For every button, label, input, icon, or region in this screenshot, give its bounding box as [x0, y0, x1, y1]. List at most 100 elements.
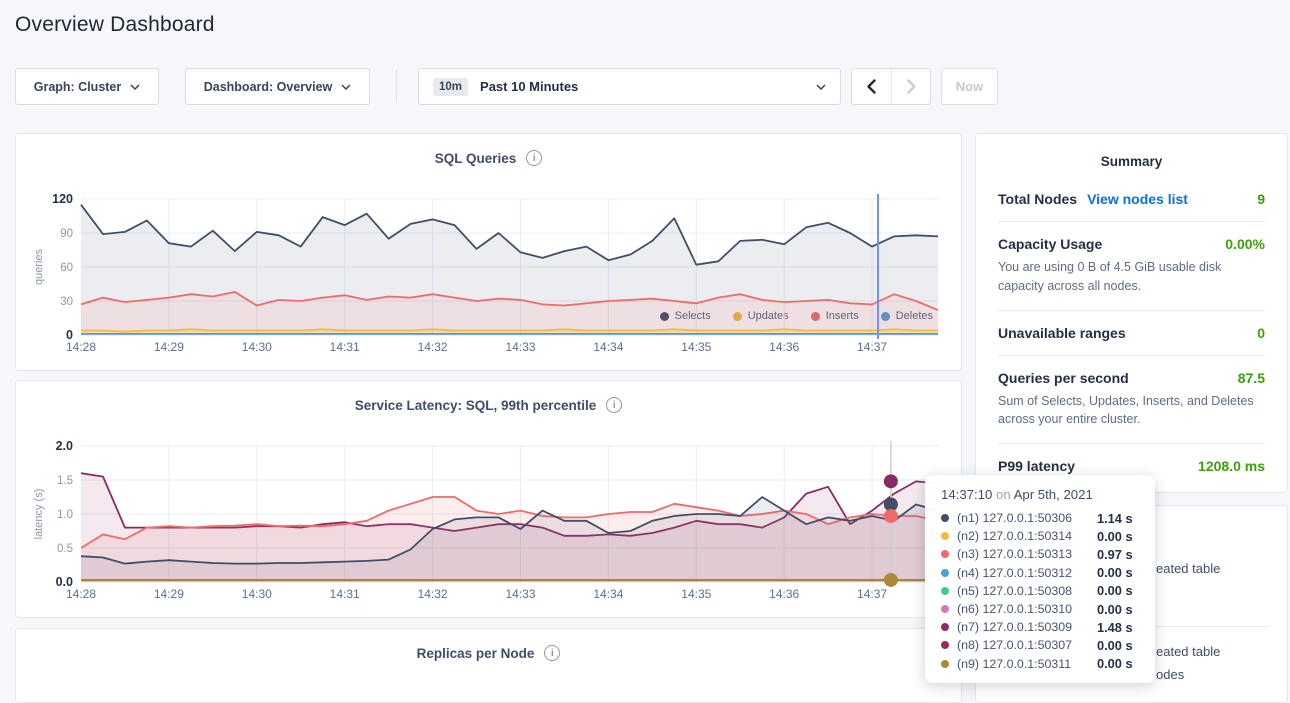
qps-label: Queries per second	[998, 370, 1129, 386]
service-latency-title: Service Latency: SQL, 99th percentile	[355, 398, 597, 413]
time-range-dropdown[interactable]: 10m Past 10 Minutes	[418, 68, 841, 105]
divider	[998, 221, 1265, 222]
total-nodes-row: Total Nodes View nodes list 9	[998, 191, 1265, 207]
svg-text:14:31: 14:31	[330, 340, 360, 354]
time-step-buttons	[851, 68, 931, 105]
svg-text:60: 60	[60, 262, 73, 274]
p99-latency-label: P99 latency	[998, 458, 1075, 474]
node-color-dot-icon	[941, 605, 949, 613]
capacity-usage-row: Capacity Usage 0.00%	[998, 236, 1265, 252]
info-icon[interactable]: i	[606, 397, 622, 413]
unavailable-ranges-row: Unavailable ranges 0	[998, 325, 1265, 341]
dashboard-dropdown[interactable]: Dashboard: Overview	[185, 68, 370, 105]
node-color-dot-icon	[941, 550, 949, 558]
svg-text:14:30: 14:30	[242, 340, 272, 354]
capacity-usage-value: 0.00%	[1225, 236, 1265, 252]
svg-text:14:33: 14:33	[505, 587, 535, 601]
svg-text:14:32: 14:32	[418, 340, 448, 354]
capacity-usage-label: Capacity Usage	[998, 236, 1102, 252]
tooltip-node-row: (n7) 127.0.0.1:503091.48 s	[941, 618, 1155, 636]
tooltip-node-value: 0.00 s	[1097, 583, 1133, 598]
tooltip-node-value: 0.00 s	[1097, 565, 1133, 580]
time-range-label: Past 10 Minutes	[480, 79, 804, 94]
svg-text:90: 90	[60, 228, 73, 240]
p99-latency-row: P99 latency 1208.0 ms	[998, 458, 1265, 474]
page-title: Overview Dashboard	[15, 13, 215, 37]
svg-text:30: 30	[60, 296, 73, 308]
node-color-dot-icon	[941, 514, 949, 522]
svg-text:1.0: 1.0	[57, 509, 73, 521]
qps-row: Queries per second 87.5	[998, 370, 1265, 386]
replicas-per-node-card: Replicas per Node i	[15, 628, 962, 703]
chevron-down-icon	[816, 84, 826, 90]
qps-value: 87.5	[1238, 370, 1265, 386]
summary-heading: Summary	[998, 154, 1265, 169]
tooltip-node-row: (n4) 127.0.0.1:503120.00 s	[941, 564, 1155, 582]
node-color-dot-icon	[941, 641, 949, 649]
view-nodes-list-link[interactable]: View nodes list	[1087, 191, 1188, 207]
tooltip-node-address: (n9) 127.0.0.1:50311	[957, 657, 1097, 671]
chevron-down-icon	[341, 84, 351, 90]
tooltip-node-value: 0.97 s	[1097, 547, 1133, 562]
sql-queries-title: SQL Queries	[435, 151, 517, 166]
dashboard-dropdown-label: Dashboard: Overview	[204, 80, 333, 94]
service-latency-chart[interactable]: 0.00.51.01.52.014:2814:2914:3014:3114:32…	[16, 436, 963, 611]
total-nodes-value: 9	[1257, 191, 1265, 207]
tooltip-node-address: (n8) 127.0.0.1:50307	[957, 638, 1097, 652]
chevron-left-icon	[867, 79, 876, 94]
tooltip-node-row: (n3) 127.0.0.1:503130.97 s	[941, 545, 1155, 563]
time-back-button[interactable]	[852, 69, 891, 104]
divider	[998, 310, 1265, 311]
tooltip-timestamp: 14:37:10 on Apr 5th, 2021	[941, 487, 1155, 502]
tooltip-node-address: (n5) 127.0.0.1:50308	[957, 584, 1097, 598]
tooltip-node-value: 0.00 s	[1097, 602, 1133, 617]
tooltip-node-value: 1.48 s	[1097, 620, 1133, 635]
tooltip-node-value: 0.00 s	[1097, 529, 1133, 544]
capacity-usage-description: You are using 0 B of 4.5 GiB usable disk…	[998, 258, 1265, 296]
event-item-text-fragment[interactable]: eated table	[1156, 644, 1220, 659]
tooltip-node-list: (n1) 127.0.0.1:503061.14 s(n2) 127.0.0.1…	[941, 509, 1155, 673]
chart-hover-tooltip: 14:37:10 on Apr 5th, 2021 (n1) 127.0.0.1…	[925, 475, 1155, 683]
svg-text:14:34: 14:34	[593, 340, 623, 354]
event-item-text-fragment[interactable]: eated table	[1156, 561, 1220, 576]
node-color-dot-icon	[941, 532, 949, 540]
svg-text:14:31: 14:31	[330, 587, 360, 601]
tooltip-node-row: (n2) 127.0.0.1:503140.00 s	[941, 527, 1155, 545]
svg-text:14:36: 14:36	[769, 587, 799, 601]
svg-text:1.5: 1.5	[57, 475, 73, 487]
node-color-dot-icon	[941, 569, 949, 577]
divider	[1141, 626, 1269, 627]
chevron-down-icon	[130, 84, 140, 90]
svg-text:14:37: 14:37	[857, 587, 887, 601]
sql-queries-chart[interactable]: 030609012014:2814:2914:3014:3114:3214:33…	[16, 189, 963, 364]
tooltip-node-value: 1.14 s	[1097, 511, 1133, 526]
info-icon[interactable]: i	[526, 150, 542, 166]
svg-text:latency (s): latency (s)	[33, 489, 45, 540]
tooltip-node-row: (n8) 127.0.0.1:503070.00 s	[941, 636, 1155, 654]
svg-text:0.5: 0.5	[57, 543, 73, 555]
p99-latency-value: 1208.0 ms	[1198, 458, 1265, 474]
tooltip-node-address: (n3) 127.0.0.1:50313	[957, 547, 1097, 561]
node-color-dot-icon	[941, 587, 949, 595]
node-color-dot-icon	[941, 660, 949, 668]
divider	[998, 355, 1265, 356]
tooltip-node-value: 0.00 s	[1097, 638, 1133, 653]
qps-description: Sum of Selects, Updates, Inserts, and De…	[998, 392, 1265, 430]
tooltip-node-address: (n2) 127.0.0.1:50314	[957, 529, 1097, 543]
divider	[998, 443, 1265, 444]
toolbar-divider	[396, 70, 397, 103]
svg-text:14:37: 14:37	[857, 340, 887, 354]
event-item-text-fragment[interactable]: odes	[1156, 667, 1184, 682]
svg-text:14:35: 14:35	[681, 587, 711, 601]
node-color-dot-icon	[941, 623, 949, 631]
tooltip-node-address: (n7) 127.0.0.1:50309	[957, 620, 1097, 634]
time-forward-button[interactable]	[891, 69, 930, 104]
total-nodes-label: Total Nodes	[998, 191, 1077, 207]
svg-text:14:28: 14:28	[66, 340, 96, 354]
tooltip-node-row: (n5) 127.0.0.1:503080.00 s	[941, 582, 1155, 600]
graph-dropdown[interactable]: Graph: Cluster	[15, 68, 159, 105]
graph-dropdown-label: Graph: Cluster	[34, 80, 122, 94]
service-latency-card: Service Latency: SQL, 99th percentile i …	[15, 380, 962, 618]
info-icon[interactable]: i	[544, 645, 560, 661]
now-button[interactable]: Now	[941, 68, 998, 105]
